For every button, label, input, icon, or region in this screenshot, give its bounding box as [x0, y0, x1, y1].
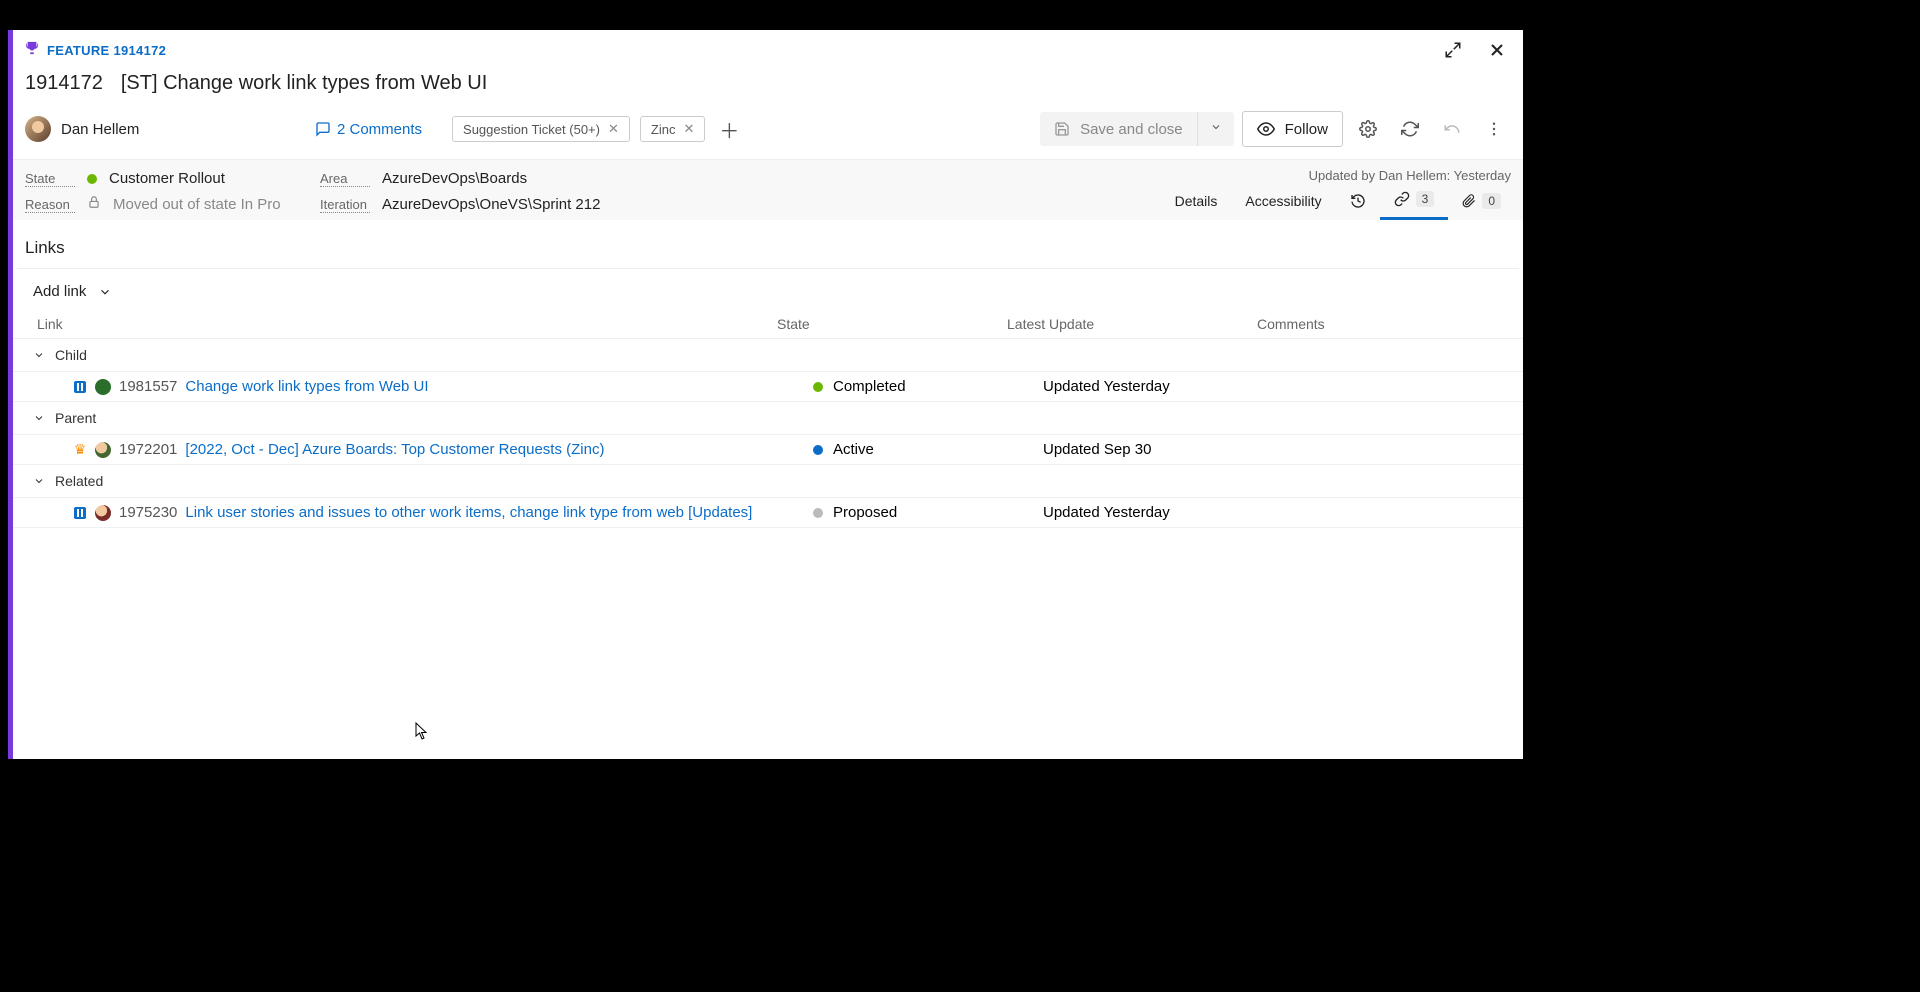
link-group-row[interactable]: Parent: [13, 402, 1523, 435]
add-tag-button[interactable]: ＋: [715, 115, 743, 144]
add-link-label: Add link: [33, 283, 86, 300]
chevron-down-icon: [98, 285, 112, 299]
avatar: [95, 379, 111, 395]
links-heading: Links: [17, 238, 1519, 269]
link-item-title[interactable]: [2022, Oct - Dec] Azure Boards: Top Cust…: [185, 441, 604, 458]
tab-accessibility[interactable]: Accessibility: [1231, 183, 1335, 219]
link-item-title[interactable]: Link user stories and issues to other wo…: [185, 504, 752, 521]
link-group-row[interactable]: Related: [13, 465, 1523, 498]
avatar: [95, 505, 111, 521]
avatar: [25, 116, 51, 142]
link-item-id: 1972201: [119, 441, 177, 458]
group-name: Child: [55, 347, 87, 363]
dialog-header: FEATURE 1914172: [13, 30, 1523, 70]
work-item-type-label: FEATURE 1914172: [47, 43, 166, 58]
state-label: State: [25, 171, 75, 187]
follow-button[interactable]: Follow: [1242, 111, 1343, 147]
chevron-down-icon: [33, 475, 45, 487]
work-item-id: 1914172: [25, 72, 103, 95]
save-and-close-button[interactable]: Save and close: [1040, 112, 1234, 146]
userstory-icon: [73, 506, 87, 520]
userstory-icon: [73, 380, 87, 394]
link-item-latest: Updated Yesterday: [1043, 504, 1293, 521]
state-dot-icon: [813, 382, 823, 392]
link-item-latest: Updated Yesterday: [1043, 378, 1293, 395]
follow-label: Follow: [1285, 121, 1328, 138]
link-item-row[interactable]: ♛ 1972201 [2022, Oct - Dec] Azure Boards…: [13, 435, 1523, 465]
link-item-state: Active: [833, 441, 874, 458]
link-item-state: Proposed: [833, 504, 897, 521]
save-dropdown-caret[interactable]: [1197, 112, 1234, 146]
toolbar: Dan Hellem 2 Comments Suggestion Ticket …: [13, 105, 1523, 159]
work-item-dialog: FEATURE 1914172 1914172 [ST] Change work…: [8, 30, 1523, 759]
meta-section: State Customer Rollout Area AzureDevOps\…: [13, 159, 1523, 220]
epic-icon: ♛: [73, 443, 87, 457]
link-item-latest: Updated Sep 30: [1043, 441, 1293, 458]
save-label: Save and close: [1080, 121, 1183, 138]
chevron-down-icon: [33, 349, 45, 361]
link-item-state: Completed: [833, 378, 906, 395]
col-link[interactable]: Link: [37, 316, 777, 332]
tabs: Details Accessibility 3 0: [1161, 181, 1515, 220]
tag-label: Suggestion Ticket (50+): [463, 122, 600, 137]
comments-link[interactable]: 2 Comments: [315, 121, 422, 138]
link-item-title[interactable]: Change work link types from Web UI: [185, 378, 428, 395]
links-panel: Links Add link Link State Latest Update …: [13, 220, 1523, 759]
col-state[interactable]: State: [777, 316, 1007, 332]
expand-icon[interactable]: [1439, 36, 1467, 64]
assignee-picker[interactable]: Dan Hellem: [25, 116, 285, 142]
tab-details[interactable]: Details: [1161, 183, 1232, 219]
chevron-down-icon: [33, 412, 45, 424]
reason-value[interactable]: Moved out of state In Pro: [113, 196, 300, 213]
work-item-title[interactable]: [ST] Change work link types from Web UI: [121, 72, 487, 95]
link-item-id: 1981557: [119, 378, 177, 395]
state-dot-icon: [87, 174, 97, 184]
col-latest[interactable]: Latest Update: [1007, 316, 1257, 332]
tab-attachments[interactable]: 0: [1448, 183, 1515, 219]
link-group-row[interactable]: Child: [13, 339, 1523, 372]
tag-label: Zinc: [651, 122, 676, 137]
state-dot-icon: [813, 445, 823, 455]
state-value[interactable]: Customer Rollout: [109, 170, 300, 187]
tag-remove-icon[interactable]: ✕: [683, 121, 694, 137]
undo-icon[interactable]: [1435, 112, 1469, 146]
close-icon[interactable]: [1483, 36, 1511, 64]
comments-count: 2 Comments: [337, 121, 422, 138]
link-item-id: 1975230: [119, 504, 177, 521]
link-item-row[interactable]: 1975230 Link user stories and issues to …: [13, 498, 1523, 528]
links-count-badge: 3: [1416, 191, 1435, 207]
tag[interactable]: Zinc ✕: [640, 116, 705, 142]
iteration-label: Iteration: [320, 197, 370, 213]
tab-history[interactable]: [1336, 183, 1380, 219]
refresh-icon[interactable]: [1393, 112, 1427, 146]
assignee-name: Dan Hellem: [61, 121, 139, 138]
attachments-count-badge: 0: [1482, 193, 1501, 209]
gear-icon[interactable]: [1351, 112, 1385, 146]
links-grid-header: Link State Latest Update Comments: [13, 310, 1523, 339]
lock-icon: [87, 195, 101, 214]
tab-links[interactable]: 3: [1380, 181, 1449, 220]
avatar: [95, 442, 111, 458]
col-comments[interactable]: Comments: [1257, 316, 1499, 332]
add-link-button[interactable]: Add link: [13, 269, 1523, 310]
tag-remove-icon[interactable]: ✕: [608, 121, 619, 137]
link-item-row[interactable]: 1981557 Change work link types from Web …: [13, 372, 1523, 402]
group-name: Related: [55, 473, 103, 489]
group-name: Parent: [55, 410, 96, 426]
more-icon[interactable]: [1477, 112, 1511, 146]
state-dot-icon: [813, 508, 823, 518]
trophy-icon: [25, 41, 39, 60]
title-row: 1914172 [ST] Change work link types from…: [13, 70, 1523, 105]
tags: Suggestion Ticket (50+) ✕ Zinc ✕ ＋: [452, 115, 743, 144]
reason-label: Reason: [25, 197, 75, 213]
tag[interactable]: Suggestion Ticket (50+) ✕: [452, 116, 630, 142]
area-label: Area: [320, 171, 370, 187]
